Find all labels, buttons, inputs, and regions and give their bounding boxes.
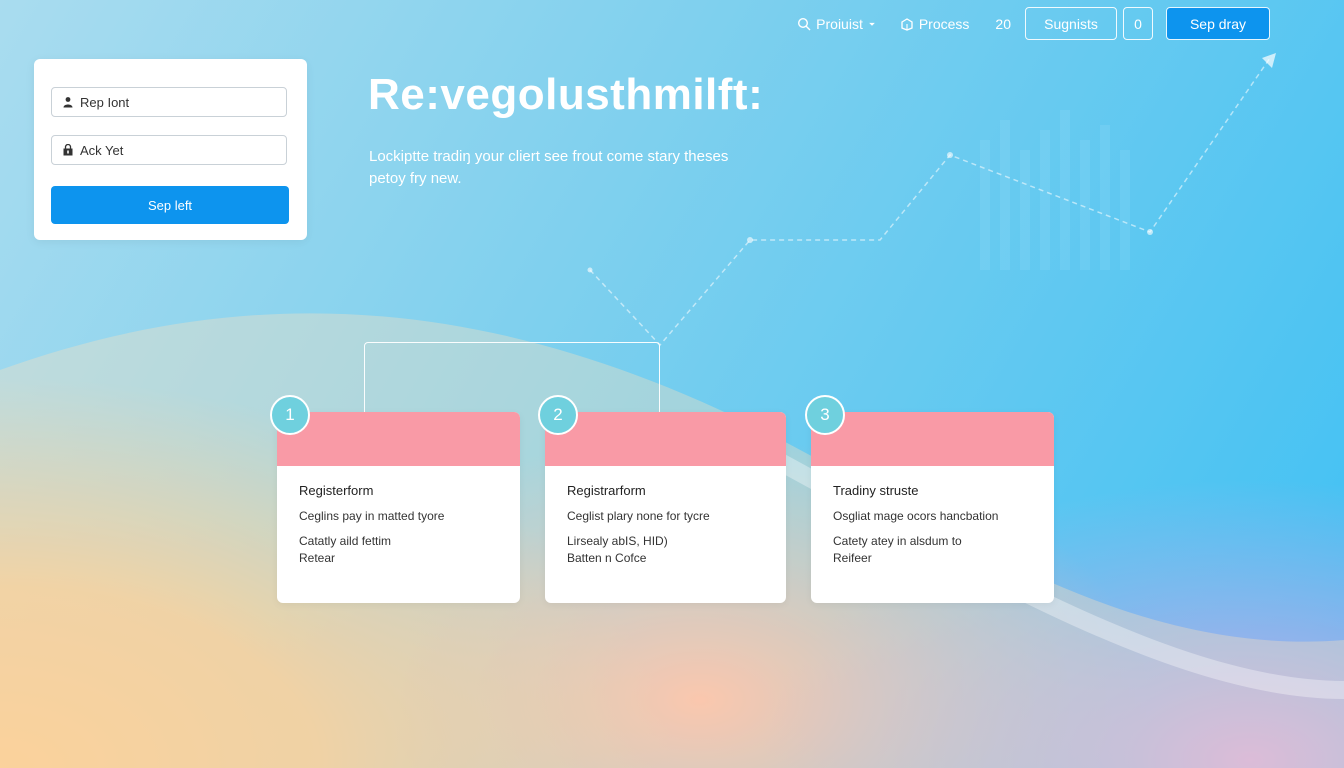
user-icon	[63, 97, 73, 108]
nav-process-label: Process	[918, 15, 970, 32]
hero-title: Re:vegolusthmilft:	[368, 70, 764, 119]
password-input[interactable]	[80, 142, 280, 158]
login-card: Sep left	[34, 59, 307, 240]
nav-products-dropdown[interactable]: Proiuist	[797, 16, 876, 32]
top-navigation: Proiuist Process 20 Sugnists 0 Sep dray	[797, 7, 1270, 40]
step-card-1[interactable]: Registerform Ceglins pay in matted tyore…	[277, 412, 520, 603]
step-line: Ceglist plary none for tycre	[567, 509, 710, 523]
signup-button[interactable]: Sep dray	[1166, 7, 1270, 40]
step-card-header	[545, 412, 786, 466]
username-field[interactable]	[51, 87, 287, 117]
signals-button[interactable]: Sugnists	[1025, 7, 1117, 40]
caret-down-icon	[868, 22, 875, 26]
step-title: Registrarform	[567, 483, 646, 498]
step-line: Ceglins pay in matted tyore	[299, 509, 445, 523]
step-line: Lirsealy abIS, HID)	[567, 534, 668, 548]
login-submit-button[interactable]: Sep left	[51, 186, 289, 224]
step-number-badge: 3	[805, 395, 845, 435]
hero-subtitle: Lockiptte tradiŋ your cliert see frout c…	[369, 148, 729, 187]
counter-button[interactable]: 0	[1123, 7, 1153, 40]
step-line: Catety atey in alsdum to	[833, 534, 962, 548]
nav-products-label: Proiuist	[816, 15, 863, 32]
step-line: Catatly aild fettim	[299, 534, 392, 548]
nav-process-link[interactable]: Process	[900, 15, 970, 32]
step-line: Reifeer	[833, 551, 872, 565]
nav-count[interactable]: 20	[995, 16, 1011, 32]
step-line: Batten n Cofce	[567, 551, 647, 565]
step-connector	[364, 342, 660, 413]
step-line: Retear	[299, 551, 336, 565]
step-line: Osgliat mage ocors hancbation	[833, 509, 999, 523]
lock-icon	[63, 144, 73, 156]
package-icon	[901, 17, 913, 31]
step-title: Tradiny struste	[833, 483, 919, 498]
step-number-badge: 1	[270, 395, 310, 435]
step-card-header	[811, 412, 1054, 466]
step-title: Registerform	[299, 483, 374, 498]
step-card-3[interactable]: Tradiny struste Osgliat mage ocors hancb…	[811, 412, 1054, 603]
step-card-2[interactable]: Registrarform Ceglist plary none for tyc…	[545, 412, 786, 603]
password-field[interactable]	[51, 135, 287, 165]
username-input[interactable]	[80, 94, 280, 110]
step-number-badge: 2	[538, 395, 578, 435]
step-card-header	[277, 412, 520, 466]
search-icon	[798, 17, 811, 30]
